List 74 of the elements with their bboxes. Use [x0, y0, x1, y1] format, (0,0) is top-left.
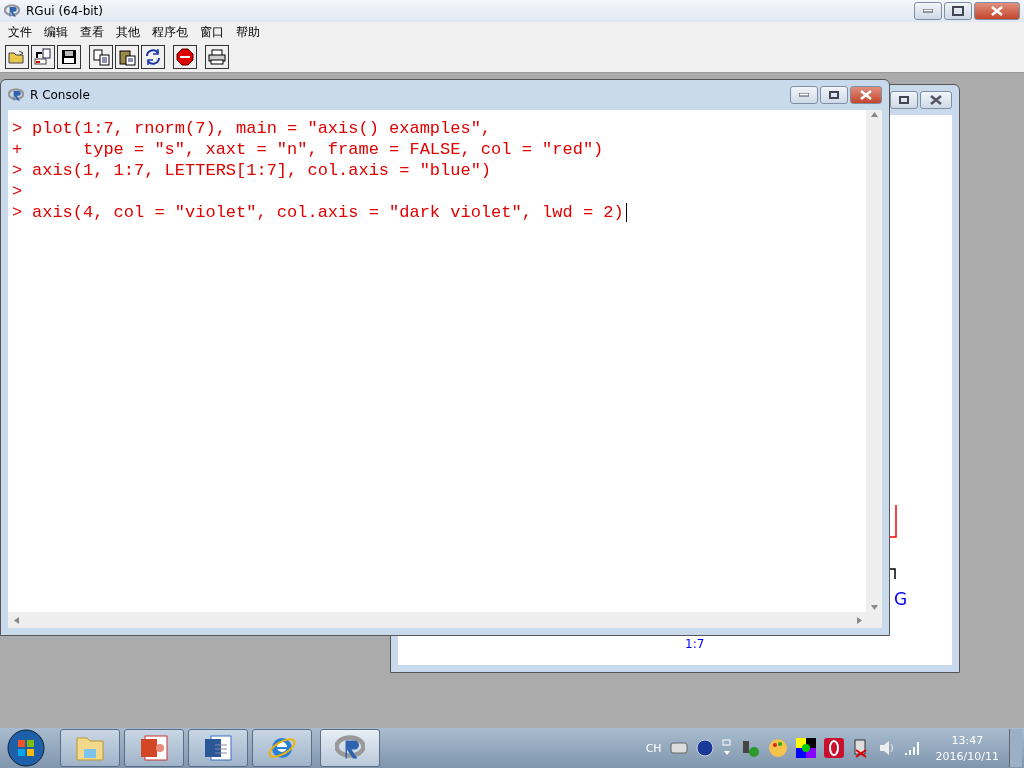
window-title: RGui (64-bit): [26, 4, 104, 18]
minimize-icon: [799, 93, 809, 97]
vertical-scrollbar[interactable]: [866, 110, 882, 612]
tray-expand-icon[interactable]: [721, 739, 732, 757]
console-prompt: >: [12, 160, 24, 181]
stop-sign-icon: [176, 48, 194, 66]
close-icon: [930, 95, 942, 105]
document-app-icon: [203, 733, 233, 763]
menu-item[interactable]: 其他: [110, 23, 146, 41]
toolbar-button[interactable]: [5, 45, 29, 69]
taskbar-button[interactable]: [60, 729, 120, 767]
axis-title: 1:7: [685, 637, 705, 651]
close-button[interactable]: [920, 91, 952, 109]
restore-icon: [828, 90, 840, 100]
paste-icon: [118, 48, 136, 66]
palette-icon[interactable]: [767, 738, 788, 758]
horizontal-scrollbar[interactable]: [8, 612, 882, 628]
toolbar-button[interactable]: [115, 45, 139, 69]
copy-icon: [92, 48, 110, 66]
close-icon: [860, 90, 872, 100]
clock-date: 2016/10/11: [935, 749, 999, 763]
close-button[interactable]: [974, 2, 1020, 20]
toolbar-button[interactable]: [141, 45, 165, 69]
taskbar-button[interactable]: [188, 729, 248, 767]
console-code-line: type = "s", xaxt = "n", frame = FALSE, col = "red"): [82, 139, 604, 160]
axis-label: G: [894, 589, 908, 609]
show-desktop-button[interactable]: [1009, 729, 1022, 767]
taskbar-button[interactable]: [320, 729, 380, 767]
keyboard-icon[interactable]: [669, 742, 688, 754]
menu-item[interactable]: 查看: [74, 23, 110, 41]
maximize-button[interactable]: [944, 2, 972, 20]
menu-item[interactable]: 窗口: [194, 23, 230, 41]
start-button[interactable]: [6, 729, 46, 767]
presentation-app-icon: [139, 733, 169, 763]
console-code-line: axis(1, 1:7, LETTERS[1:7], col.axis = "blue"): [32, 160, 492, 181]
scroll-up-icon: [869, 110, 879, 119]
console-prompt: +: [12, 139, 24, 160]
refresh-icon: [144, 48, 162, 66]
close-button[interactable]: [850, 86, 882, 104]
maximize-button[interactable]: [820, 86, 848, 104]
folder-icon: [8, 49, 26, 65]
console-code-line: axis(4, col = "violet", col.axis = "dark violet", lwd = 2): [32, 202, 624, 223]
ring-app-icon[interactable]: [823, 738, 844, 758]
menu-item[interactable]: 程序包: [146, 23, 194, 41]
menu-item[interactable]: 文件: [2, 23, 38, 41]
console-prompt: >: [12, 181, 24, 202]
r-logo-icon: [4, 3, 20, 19]
scroll-left-icon: [12, 615, 21, 625]
menu-item[interactable]: 编辑: [38, 23, 74, 41]
toolbar-button[interactable]: [173, 45, 197, 69]
toolbar-button[interactable]: [57, 45, 81, 69]
console-prompt: >: [12, 202, 24, 223]
toolbar-button[interactable]: [205, 45, 229, 69]
restore-icon: [898, 95, 910, 105]
signal-icon[interactable]: [903, 740, 922, 756]
scroll-right-icon: [855, 615, 864, 625]
taskbar-button[interactable]: [252, 729, 312, 767]
clock-time: 13:47: [951, 733, 984, 747]
toolbar-button[interactable]: [31, 45, 55, 69]
maximize-icon: [952, 6, 964, 16]
maximize-button[interactable]: [890, 91, 918, 109]
folder-icon: [75, 734, 105, 762]
load-file-icon: [34, 48, 52, 66]
close-icon: [991, 6, 1003, 16]
r-logo-icon: [8, 87, 24, 103]
color-grid-icon[interactable]: [795, 738, 816, 758]
taskbar-button[interactable]: [124, 729, 184, 767]
menu-item[interactable]: 帮助: [230, 23, 266, 41]
minimize-icon: [923, 9, 933, 13]
printer-icon: [208, 49, 226, 65]
console-code-line: plot(1:7, rnorm(7), main = "axis() examples",: [32, 118, 492, 139]
toolbar-button[interactable]: [89, 45, 113, 69]
console-title: R Console: [30, 88, 91, 102]
console-prompt: >: [12, 118, 24, 139]
